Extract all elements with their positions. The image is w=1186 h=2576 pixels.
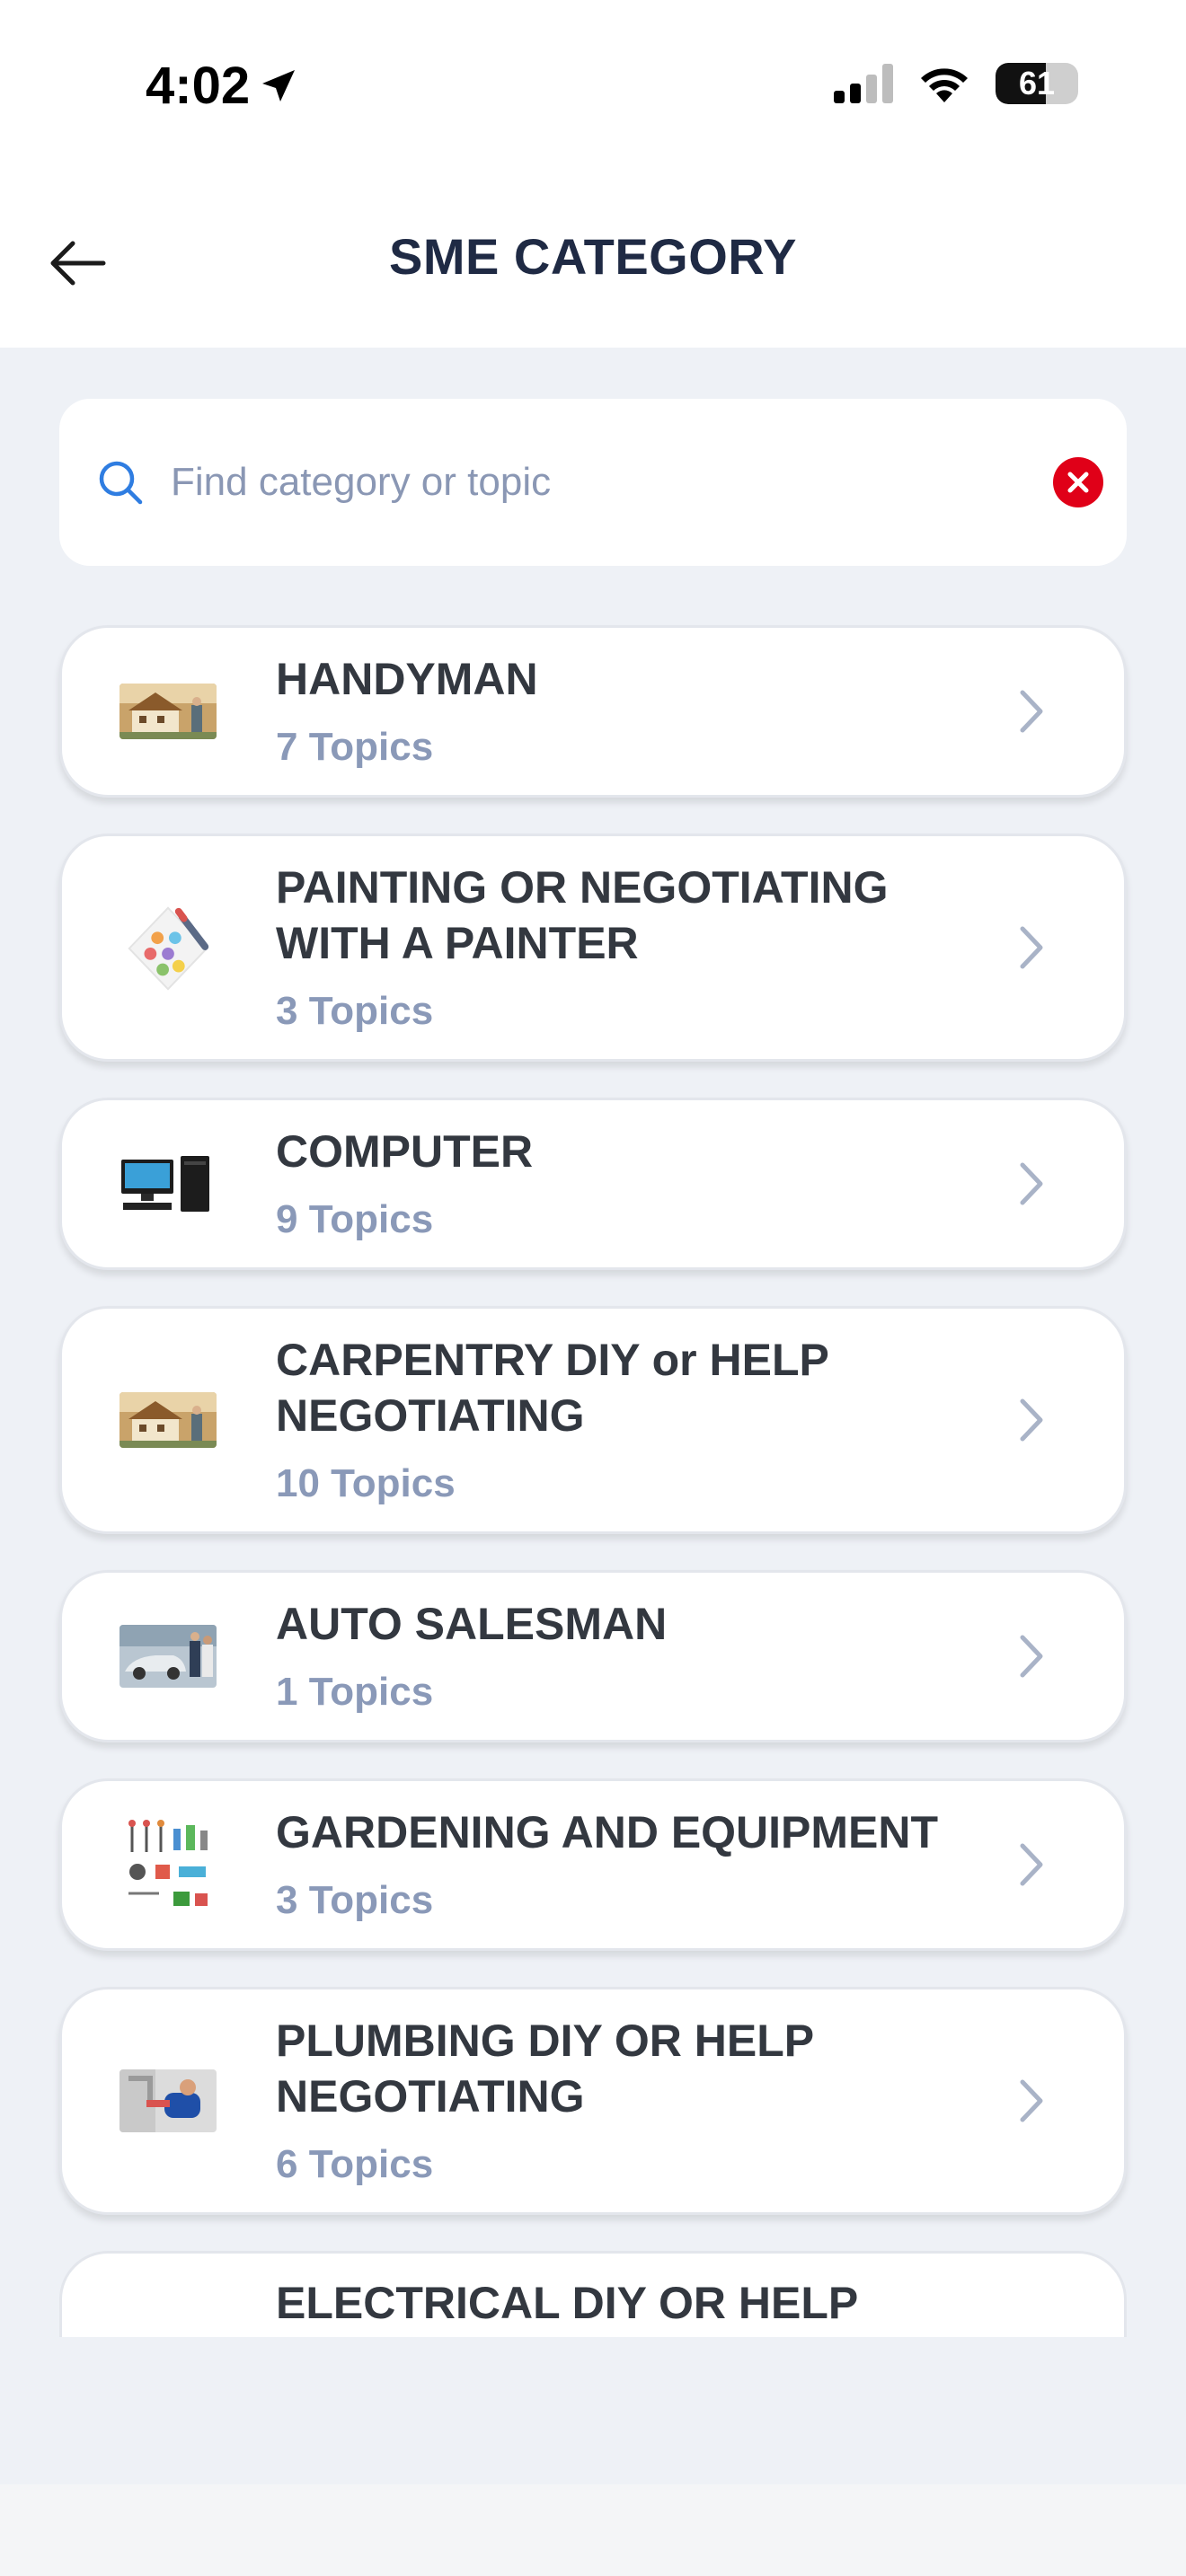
garden-tools-icon — [119, 1816, 217, 1913]
category-card-computer[interactable]: COMPUTER 9 Topics — [59, 1098, 1127, 1270]
location-arrow-icon — [262, 69, 296, 101]
topic-count: 3 Topics — [276, 1878, 434, 1922]
search-input[interactable] — [169, 459, 1035, 506]
category-text: PLUMBING DIY OR HELP NEGOTIATING 6 Topic… — [276, 2013, 1013, 2189]
status-indicators: 61 — [834, 63, 1078, 104]
category-title: PLUMBING DIY OR HELP NEGOTIATING — [276, 2016, 814, 2122]
chevron-right-icon — [1020, 2079, 1043, 2122]
category-title: COMPUTER — [276, 1126, 534, 1177]
category-text: GARDENING AND EQUIPMENT 3 Topics — [276, 1804, 1013, 1925]
category-title: CARPENTRY DIY or HELP NEGOTIATING — [276, 1335, 828, 1441]
category-title: PAINTING OR NEGOTIATING WITH A PAINTER — [276, 862, 889, 968]
status-time: 4:02 — [146, 56, 300, 116]
category-title: ELECTRICAL DIY OR HELP — [276, 2278, 859, 2328]
wifi-icon — [921, 68, 968, 102]
topic-count: 7 Topics — [276, 725, 434, 769]
topic-count: 3 Topics — [276, 989, 434, 1033]
category-card-painting[interactable]: PAINTING OR NEGOTIATING WITH A PAINTER 3… — [59, 834, 1127, 1062]
chevron-right-icon — [1020, 1398, 1043, 1442]
category-card-auto-salesman[interactable]: AUTO SALESMAN 1 Topics — [59, 1570, 1127, 1742]
category-text: AUTO SALESMAN 1 Topics — [276, 1596, 1013, 1716]
category-text: ELECTRICAL DIY OR HELP — [276, 2275, 1013, 2331]
category-card-carpentry[interactable]: CARPENTRY DIY or HELP NEGOTIATING 10 Top… — [59, 1306, 1127, 1534]
plumber-icon — [119, 2069, 217, 2132]
chevron-right-icon — [1020, 1843, 1043, 1886]
bottom-bar — [0, 2484, 1186, 2576]
topic-count: 6 Topics — [276, 2142, 434, 2186]
category-text: PAINTING OR NEGOTIATING WITH A PAINTER 3… — [276, 860, 1013, 1036]
topic-count: 1 Topics — [276, 1670, 434, 1714]
status-time-text: 4:02 — [146, 57, 251, 115]
house-icon — [119, 684, 217, 739]
chevron-right-icon — [1020, 690, 1043, 733]
category-card-gardening[interactable]: GARDENING AND EQUIPMENT 3 Topics — [59, 1778, 1127, 1951]
status-bar: 4:02 61 — [0, 0, 1186, 175]
category-text: HANDYMAN 7 Topics — [276, 651, 1013, 772]
battery-level: 61 — [1018, 65, 1056, 101]
category-title: HANDYMAN — [276, 654, 538, 704]
house-icon — [119, 1392, 217, 1448]
category-title: GARDENING AND EQUIPMENT — [276, 1807, 939, 1857]
clear-search-button[interactable] — [1053, 457, 1103, 507]
app-header: SME CATEGORY — [0, 175, 1186, 348]
category-card-handyman[interactable]: HANDYMAN 7 Topics — [59, 625, 1127, 798]
computer-icon — [119, 1152, 217, 1215]
category-text: CARPENTRY DIY or HELP NEGOTIATING 10 Top… — [276, 1332, 1013, 1508]
category-card-plumbing[interactable]: PLUMBING DIY OR HELP NEGOTIATING 6 Topic… — [59, 1987, 1127, 2215]
page-title: SME CATEGORY — [388, 228, 798, 285]
search-icon — [99, 461, 143, 505]
search-bar — [59, 399, 1127, 566]
category-list: HANDYMAN 7 Topics PAINTING OR NEGOTIATIN… — [59, 625, 1127, 2373]
chevron-right-icon — [1020, 1162, 1043, 1205]
car-icon — [119, 1625, 217, 1688]
category-card-electrical[interactable]: ELECTRICAL DIY OR HELP — [59, 2251, 1127, 2337]
battery-icon: 61 — [996, 63, 1078, 104]
close-icon — [1067, 472, 1089, 493]
topic-count: 10 Topics — [276, 1461, 456, 1505]
topic-count: 9 Topics — [276, 1197, 434, 1241]
chevron-right-icon — [1020, 1635, 1043, 1678]
cellular-signal-icon — [834, 64, 893, 103]
palette-icon — [119, 899, 217, 996]
category-title: AUTO SALESMAN — [276, 1599, 668, 1649]
category-text: COMPUTER 9 Topics — [276, 1124, 1013, 1244]
chevron-right-icon — [1020, 926, 1043, 969]
